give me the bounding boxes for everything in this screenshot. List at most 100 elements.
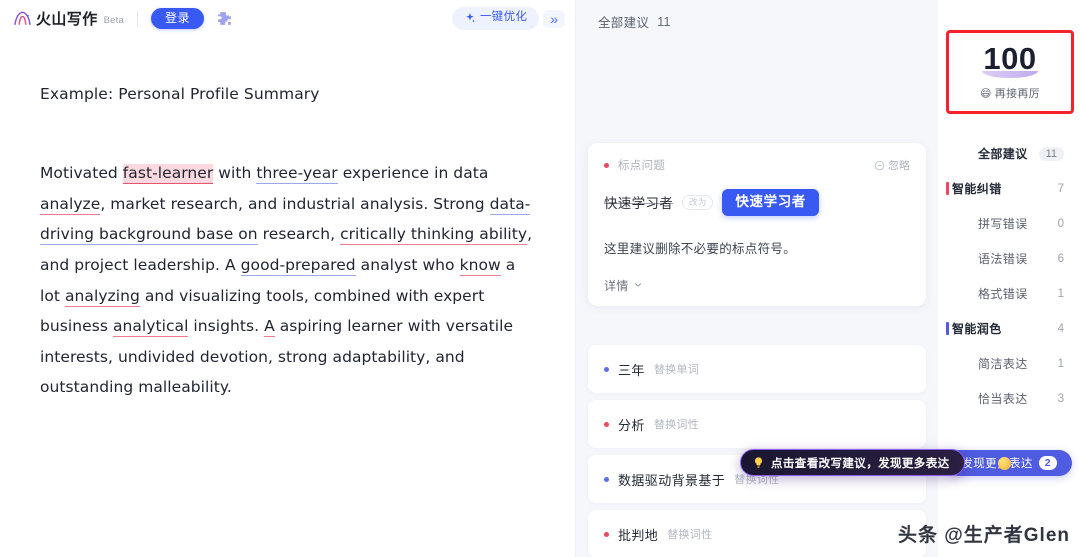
error-span-analytical[interactable]: analytical bbox=[112, 317, 189, 338]
puzzle-icon bbox=[218, 12, 232, 25]
discover-badge: 2 bbox=[1038, 456, 1057, 470]
login-button[interactable]: 登录 bbox=[150, 8, 204, 29]
nav-item-count: 7 bbox=[1057, 182, 1064, 195]
error-span-three-year[interactable]: three-year bbox=[256, 164, 338, 185]
nav-item-concise-expression[interactable]: 简洁表达 1 bbox=[938, 346, 1080, 381]
suggestion-card-header: 标点问题 忽略 bbox=[604, 157, 910, 173]
suggestion-card-tag: 标点问题 bbox=[618, 160, 666, 172]
group-color-bar bbox=[946, 182, 949, 195]
text-run: research, bbox=[257, 225, 341, 244]
error-span-analyze[interactable]: analyze bbox=[40, 194, 101, 215]
text-run: Motivated bbox=[40, 164, 123, 183]
nav-item-all-suggestions[interactable]: 全部建议 11 bbox=[938, 136, 1080, 171]
rewrite-tooltip-text: 点击查看改写建议，发现更多表达 bbox=[771, 457, 950, 470]
suggestions-header-count: 11 bbox=[657, 14, 671, 29]
score-caption-text: 再接再厉 bbox=[994, 88, 1040, 100]
suggestion-card[interactable]: 标点问题 忽略 快速学习者 改为 快速学习者 这里建议删除不必要的标点符号。 详… bbox=[588, 143, 926, 306]
severity-dot-icon bbox=[604, 421, 609, 427]
text-run: , market research, and industrial analys… bbox=[100, 194, 490, 213]
toolbar-right-group: 一键优化 » bbox=[452, 7, 565, 30]
app-logo[interactable]: 火山写作 Beta bbox=[12, 8, 124, 29]
circle-minus-icon bbox=[874, 160, 885, 170]
suggestion-item-text: 三年 bbox=[618, 362, 645, 378]
severity-dot-icon bbox=[604, 531, 609, 537]
ignore-label: 忽略 bbox=[888, 160, 910, 172]
nav-item-smart-correction[interactable]: 智能纠错 7 bbox=[938, 171, 1080, 206]
document-editor[interactable]: Example: Personal Profile Summary Motiva… bbox=[0, 37, 575, 403]
discover-more-expressions-button[interactable]: 发现更多表达 2 bbox=[946, 450, 1072, 476]
apply-replacement-button[interactable]: 快速学习者 bbox=[722, 189, 819, 216]
nav-item-count: 0 bbox=[1057, 217, 1064, 230]
one-click-optimize-button[interactable]: 一键优化 bbox=[452, 7, 540, 30]
one-click-optimize-label: 一键优化 bbox=[480, 11, 528, 24]
original-text: 快速学习者 bbox=[604, 196, 673, 212]
app-root: 火山写作 Beta 登录 一键优化 » Example: Personal Pr… bbox=[0, 0, 1080, 557]
suggestion-item-kind: 替换单词 bbox=[653, 364, 700, 376]
suggestion-item-kind: 替换词性 bbox=[667, 529, 713, 541]
nav-item-label: 语法错误 bbox=[978, 252, 1028, 266]
severity-dot-icon bbox=[604, 162, 609, 168]
top-toolbar: 火山写作 Beta 登录 一键优化 » bbox=[0, 0, 575, 37]
score-value: 100 bbox=[983, 41, 1037, 76]
nav-item-label: 简洁表达 bbox=[978, 357, 1028, 371]
nav-item-grammar-error[interactable]: 语法错误 6 bbox=[938, 241, 1080, 276]
nav-item-label: 智能润色 bbox=[952, 322, 1002, 336]
nav-item-count: 11 bbox=[1038, 146, 1064, 161]
highlight-dot-icon bbox=[998, 457, 1011, 470]
severity-dot-icon bbox=[604, 476, 609, 482]
error-span-a[interactable]: A bbox=[264, 317, 275, 338]
document-body[interactable]: Motivated fast-learner with three-year e… bbox=[40, 158, 533, 403]
nav-item-format-error[interactable]: 格式错误 1 bbox=[938, 276, 1080, 311]
change-to-chip: 改为 bbox=[682, 194, 714, 210]
nav-item-smart-polish[interactable]: 智能润色 4 bbox=[938, 311, 1080, 346]
suggestion-list-item[interactable]: 分析 替换词性 bbox=[588, 400, 926, 448]
editor-pane: 火山写作 Beta 登录 一键优化 » Example: Personal Pr… bbox=[0, 0, 576, 557]
nav-list: 全部建议 11 智能纠错 7 拼写错误 0 语法错误 6 格式错误 1 智能润色… bbox=[938, 136, 1080, 416]
score-emoji-icon: 😄 bbox=[980, 87, 992, 100]
score-card: 100 😄 再接再厉 bbox=[950, 34, 1070, 110]
suggestion-item-text: 批判地 bbox=[618, 527, 659, 543]
chevron-down-icon bbox=[634, 283, 641, 287]
score-caption: 😄 再接再厉 bbox=[980, 85, 1040, 101]
suggestions-header-label: 全部建议 bbox=[598, 16, 650, 30]
document-title: Example: Personal Profile Summary bbox=[40, 85, 320, 103]
puzzle-button[interactable] bbox=[212, 7, 238, 31]
rewrite-tooltip[interactable]: 点击查看改写建议，发现更多表达 bbox=[740, 449, 965, 476]
score-underline-decoration bbox=[982, 71, 1038, 78]
nav-item-label: 拼写错误 bbox=[978, 217, 1028, 231]
text-run: experience in data bbox=[337, 164, 489, 183]
sparkle-icon bbox=[466, 13, 475, 23]
toolbar-divider bbox=[136, 10, 138, 27]
ignore-button[interactable]: 忽略 bbox=[874, 157, 910, 173]
app-logo-text: 火山写作 bbox=[36, 11, 98, 28]
details-toggle[interactable]: 详情 bbox=[604, 277, 910, 294]
text-run: analyst who bbox=[355, 256, 460, 275]
nav-item-count: 4 bbox=[1057, 322, 1064, 335]
suggestion-list-item[interactable]: 三年 替换单词 bbox=[588, 345, 926, 393]
nav-item-label: 格式错误 bbox=[978, 287, 1028, 301]
lightbulb-icon bbox=[754, 457, 763, 468]
details-label: 详情 bbox=[604, 278, 629, 293]
error-span-fast-learner[interactable]: fast-learner bbox=[122, 164, 214, 185]
watermark: 头条 @生产者Glen bbox=[897, 525, 1070, 546]
nav-item-label: 智能纠错 bbox=[952, 182, 1002, 196]
text-run: insights. bbox=[188, 317, 265, 336]
collapse-panel-button[interactable]: » bbox=[543, 9, 565, 28]
nav-item-count: 1 bbox=[1057, 287, 1064, 300]
error-span-know[interactable]: know bbox=[459, 256, 501, 277]
suggestion-item-kind: 替换词性 bbox=[653, 419, 700, 431]
nav-item-spelling-error[interactable]: 拼写错误 0 bbox=[938, 206, 1080, 241]
error-span-good-prepared[interactable]: good-prepared bbox=[240, 256, 356, 277]
beta-tag: Beta bbox=[103, 14, 124, 26]
suggestions-header: 全部建议 11 bbox=[576, 0, 938, 31]
suggestion-list-item[interactable]: 批判地 替换词性 bbox=[588, 510, 926, 557]
text-run: with bbox=[213, 164, 257, 183]
severity-dot-icon bbox=[604, 366, 609, 372]
group-color-bar bbox=[946, 322, 949, 335]
volcano-logo-icon bbox=[14, 11, 31, 25]
error-span-analyzing[interactable]: analyzing bbox=[65, 286, 140, 307]
nav-item-count: 3 bbox=[1057, 392, 1064, 405]
error-span-critically-thinking[interactable]: critically thinking ability bbox=[340, 225, 528, 246]
suggestion-item-text: 分析 bbox=[618, 417, 645, 433]
nav-item-appropriate-expression[interactable]: 恰当表达 3 bbox=[938, 381, 1080, 416]
